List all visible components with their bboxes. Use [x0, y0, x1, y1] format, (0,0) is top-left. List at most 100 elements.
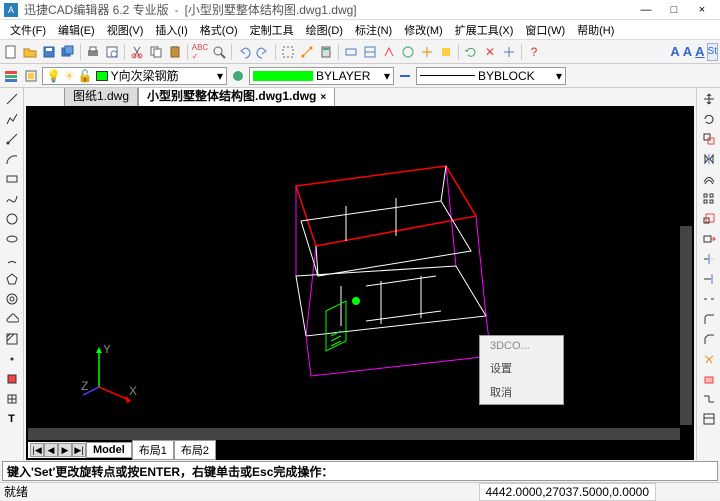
- arc-icon[interactable]: [3, 150, 21, 168]
- refresh-icon[interactable]: [462, 43, 480, 61]
- save-icon[interactable]: [40, 43, 58, 61]
- join-icon[interactable]: [700, 390, 718, 408]
- ray-icon[interactable]: [3, 130, 21, 148]
- layer-tool-icon[interactable]: [229, 67, 247, 85]
- tab-first-icon[interactable]: |◀: [30, 443, 44, 457]
- mirror-icon[interactable]: [700, 150, 718, 168]
- menu-file[interactable]: 文件(F): [4, 20, 52, 40]
- polygon-icon[interactable]: [3, 270, 21, 288]
- layout-model[interactable]: Model: [86, 442, 132, 458]
- chamfer-icon[interactable]: [700, 330, 718, 348]
- array-icon[interactable]: [700, 190, 718, 208]
- tool5-icon[interactable]: [418, 43, 436, 61]
- lineweight-selector[interactable]: BYBLOCK ▾: [416, 67, 566, 85]
- menu-custom-tools[interactable]: 定制工具: [244, 20, 300, 40]
- redraw-icon[interactable]: [500, 43, 518, 61]
- menu-draw[interactable]: 绘图(D): [300, 20, 349, 40]
- saveall-icon[interactable]: [59, 43, 77, 61]
- erase-icon[interactable]: [700, 370, 718, 388]
- vertical-scrollbar[interactable]: [680, 226, 692, 425]
- donut-icon[interactable]: [3, 290, 21, 308]
- tab-inactive[interactable]: 图纸1.dwg: [64, 88, 138, 106]
- horizontal-scrollbar[interactable]: [28, 428, 680, 440]
- layout-1[interactable]: 布局1: [132, 440, 174, 460]
- close-button[interactable]: ×: [688, 1, 716, 19]
- layer-selector[interactable]: 💡 ☀ 🔓 Y向次梁钢筋 ▾: [42, 67, 227, 85]
- rect-icon[interactable]: [3, 170, 21, 188]
- text-icon[interactable]: T: [3, 410, 21, 428]
- select-icon[interactable]: [279, 43, 297, 61]
- layer-props-icon[interactable]: [2, 67, 20, 85]
- tool4-icon[interactable]: [399, 43, 417, 61]
- text-style-select[interactable]: St: [707, 43, 718, 61]
- menu-format[interactable]: 格式(O): [194, 20, 244, 40]
- polyline-icon[interactable]: [3, 110, 21, 128]
- tab-close-icon[interactable]: ×: [320, 92, 326, 103]
- trim-icon[interactable]: [700, 250, 718, 268]
- revcloud-icon[interactable]: [3, 310, 21, 328]
- offset-icon[interactable]: [700, 170, 718, 188]
- explode-icon[interactable]: [700, 350, 718, 368]
- hatch-icon[interactable]: [3, 330, 21, 348]
- open-icon[interactable]: [21, 43, 39, 61]
- copy2-icon[interactable]: [700, 130, 718, 148]
- minimize-button[interactable]: —: [632, 1, 660, 19]
- find-icon[interactable]: [210, 43, 228, 61]
- linetype-selector[interactable]: BYLAYER ▾: [249, 67, 394, 85]
- spline-icon[interactable]: [3, 190, 21, 208]
- menu-help[interactable]: 帮助(H): [571, 20, 620, 40]
- linetype-tool-icon[interactable]: [396, 67, 414, 85]
- tab-prev-icon[interactable]: ◀: [44, 443, 58, 457]
- insert-icon[interactable]: [3, 390, 21, 408]
- spellcheck-icon[interactable]: ABC✓: [191, 43, 209, 61]
- arc2-icon[interactable]: [3, 250, 21, 268]
- layout-2[interactable]: 布局2: [174, 440, 216, 460]
- new-icon[interactable]: [2, 43, 20, 61]
- ellipse-icon[interactable]: [3, 230, 21, 248]
- tool1-icon[interactable]: [342, 43, 360, 61]
- text-style-a3[interactable]: A: [694, 43, 705, 61]
- block-icon[interactable]: [3, 370, 21, 388]
- help-icon[interactable]: ?: [525, 43, 543, 61]
- measure-icon[interactable]: [298, 43, 316, 61]
- context-cancel[interactable]: 取消: [480, 380, 563, 404]
- calc-icon[interactable]: [317, 43, 335, 61]
- rotate-icon[interactable]: [700, 110, 718, 128]
- copy-icon[interactable]: [147, 43, 165, 61]
- text-style-a2[interactable]: A: [682, 43, 693, 61]
- menu-modify[interactable]: 修改(M): [398, 20, 449, 40]
- menu-dimension[interactable]: 标注(N): [349, 20, 398, 40]
- tool6-icon[interactable]: [437, 43, 455, 61]
- tab-next-icon[interactable]: ▶: [58, 443, 72, 457]
- menu-window[interactable]: 窗口(W): [519, 20, 571, 40]
- redo-icon[interactable]: [254, 43, 272, 61]
- command-line[interactable]: 键入'Set'更改旋转点或按ENTER，右键单击或Esc完成操作：: [2, 461, 718, 481]
- undo-icon[interactable]: [235, 43, 253, 61]
- print-preview-icon[interactable]: [103, 43, 121, 61]
- fillet-icon[interactable]: [700, 310, 718, 328]
- context-3dco[interactable]: 3DCO...: [480, 336, 563, 356]
- cut-icon[interactable]: [128, 43, 146, 61]
- maximize-button[interactable]: □: [660, 1, 688, 19]
- circle-icon[interactable]: [3, 210, 21, 228]
- layer-states-icon[interactable]: [22, 67, 40, 85]
- delete-icon[interactable]: ✕: [481, 43, 499, 61]
- drawing-canvas[interactable]: Y X Z 3DCO... 设置 取消 |◀ ◀ ▶ ▶| Model 布局1 …: [26, 106, 694, 460]
- menu-view[interactable]: 视图(V): [101, 20, 150, 40]
- move-icon[interactable]: [700, 90, 718, 108]
- line-icon[interactable]: [3, 90, 21, 108]
- break-icon[interactable]: [700, 290, 718, 308]
- tab-last-icon[interactable]: ▶|: [72, 443, 86, 457]
- menu-extend-tools[interactable]: 扩展工具(X): [449, 20, 520, 40]
- tool3-icon[interactable]: [380, 43, 398, 61]
- extend-icon[interactable]: [700, 270, 718, 288]
- menu-edit[interactable]: 编辑(E): [52, 20, 101, 40]
- tab-active[interactable]: 小型别墅整体结构图.dwg1.dwg×: [138, 88, 335, 106]
- text-style-a1[interactable]: A: [669, 43, 680, 61]
- tool2-icon[interactable]: [361, 43, 379, 61]
- stretch-icon[interactable]: [700, 230, 718, 248]
- paste-icon[interactable]: [166, 43, 184, 61]
- props-icon[interactable]: [700, 410, 718, 428]
- scale-icon[interactable]: [700, 210, 718, 228]
- menu-insert[interactable]: 插入(I): [149, 20, 193, 40]
